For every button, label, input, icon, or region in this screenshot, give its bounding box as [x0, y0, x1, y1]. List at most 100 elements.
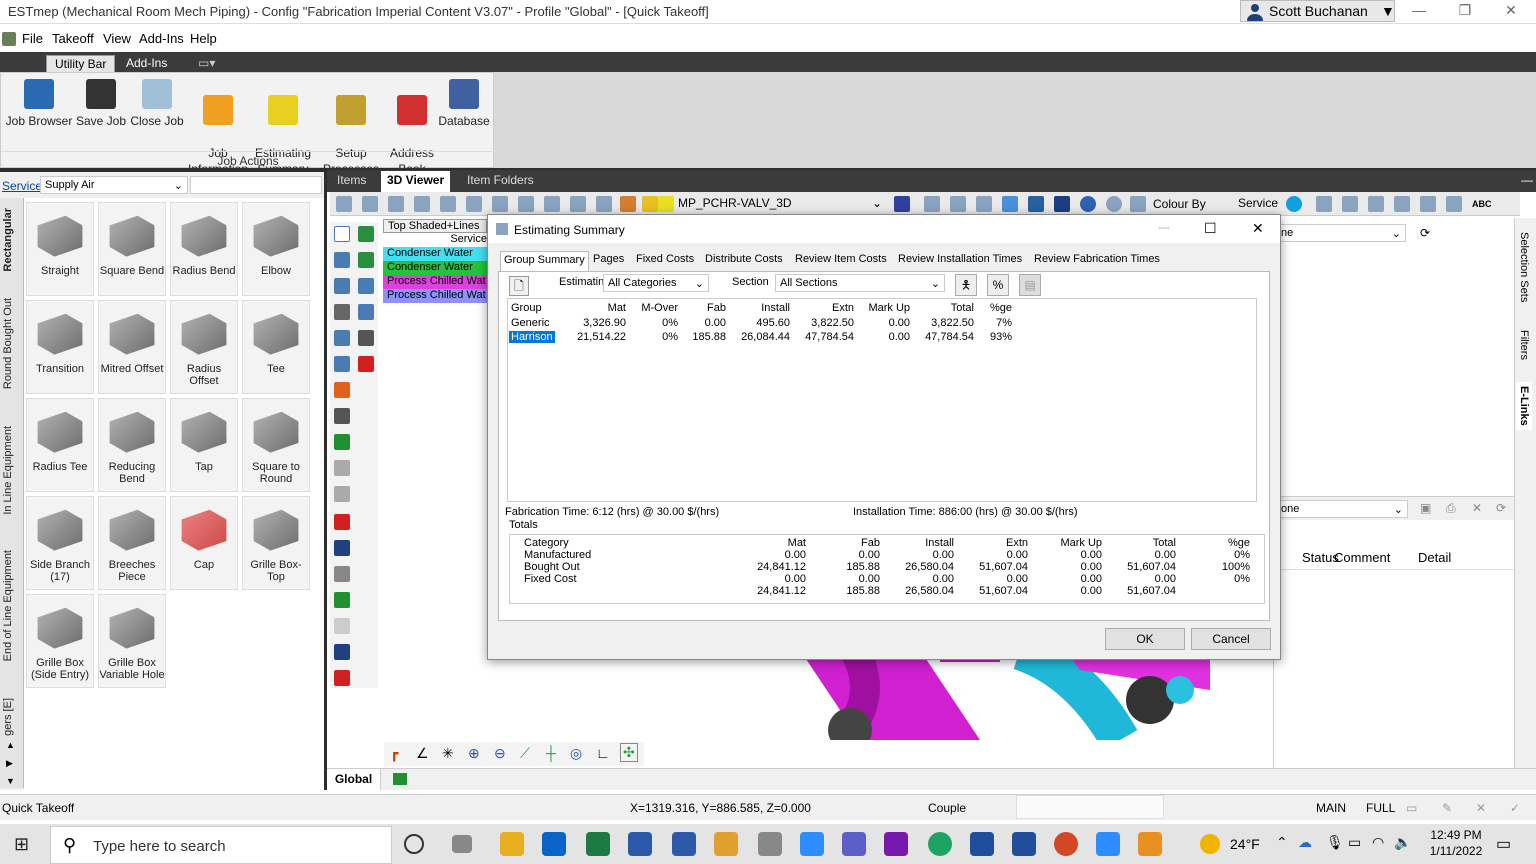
snap-line-icon[interactable]: ∠	[416, 745, 429, 762]
teams-icon[interactable]	[842, 832, 866, 856]
onedrive-icon[interactable]: ☁	[1298, 834, 1312, 851]
snap-center-icon[interactable]: ⊕	[468, 745, 480, 762]
snap-angle-icon[interactable]: ⟋	[520, 745, 530, 762]
revit-icon[interactable]	[628, 832, 652, 856]
ok-button[interactable]: OK	[1105, 628, 1185, 650]
pin-icon[interactable]	[1394, 196, 1410, 212]
slack-icon[interactable]	[714, 832, 738, 856]
restore-button[interactable]: ❐	[1450, 2, 1480, 19]
tab-group-summary[interactable]: Group Summary	[500, 251, 589, 273]
view-bottom-icon[interactable]	[466, 196, 482, 212]
cube-icon[interactable]	[894, 196, 910, 212]
dialog-maximize-button[interactable]: ☐	[1204, 220, 1217, 237]
dialog-minimize-button[interactable]: —	[1158, 220, 1170, 234]
rotate-icon[interactable]	[1342, 196, 1358, 212]
windows-start-icon[interactable]: ⊞	[14, 834, 29, 855]
job-browser-button[interactable]: Job Browser	[5, 77, 73, 129]
no-entry-icon[interactable]	[1106, 196, 1122, 212]
taskbar-search[interactable]: ⚲ Type here to search	[50, 826, 392, 864]
stop-icon[interactable]	[334, 670, 350, 686]
item-mitred-offset[interactable]: Mitred Offset	[98, 300, 166, 394]
tab-distribute-costs[interactable]: Distribute Costs	[702, 251, 786, 267]
colour-by-select[interactable]: Service	[1234, 194, 1292, 212]
settings-icon[interactable]	[570, 196, 586, 212]
layout-add-icon[interactable]	[393, 773, 407, 785]
color-circle-icon[interactable]	[1286, 196, 1302, 212]
zoom-icon[interactable]	[334, 252, 350, 268]
clock-icon[interactable]	[1368, 196, 1384, 212]
scroll-down-icon[interactable]: ▼	[6, 776, 15, 786]
snap-mid-icon[interactable]: ⊖	[494, 745, 506, 762]
capture-icon[interactable]	[334, 408, 350, 424]
status-pencil-icon[interactable]: ✎	[1442, 801, 1452, 815]
minimize-button[interactable]: —	[1404, 2, 1434, 18]
move-icon[interactable]	[358, 226, 374, 242]
menu-add-ins[interactable]: Add-Ins	[139, 31, 184, 46]
weather-sun-icon[interactable]	[1200, 834, 1220, 854]
camduct-icon[interactable]	[1012, 832, 1036, 856]
clock-date[interactable]: 1/11/2022	[1420, 844, 1492, 858]
cancel-button[interactable]: Cancel	[1191, 628, 1271, 650]
camera-icon[interactable]	[334, 382, 350, 398]
shaded-icon[interactable]	[1002, 196, 1018, 212]
hand-icon[interactable]	[334, 486, 350, 502]
status-check-icon[interactable]: ✓	[1510, 801, 1520, 815]
rotate-tool-icon[interactable]	[358, 252, 374, 268]
tab-filters[interactable]: Filters	[1518, 330, 1530, 360]
item-radius-bend[interactable]: Radius Bend	[170, 202, 238, 296]
tab-in-line-equipment[interactable]: In Line Equipment	[2, 426, 14, 515]
tab-e-links[interactable]: E-Links	[1516, 382, 1532, 430]
dimension-icon[interactable]	[1446, 196, 1462, 212]
tab-review-fabrication-times[interactable]: Review Fabrication Times	[1031, 251, 1163, 267]
display-icon[interactable]	[544, 196, 560, 212]
status-window-icon[interactable]: ▭	[1406, 801, 1417, 815]
lightbulb-icon[interactable]	[658, 196, 674, 212]
group-name-selected[interactable]: Harrison	[509, 331, 555, 343]
snap-star-icon[interactable]: ✳	[442, 745, 454, 762]
tab-add-ins[interactable]: Add-Ins	[118, 55, 175, 72]
hanger-icon[interactable]	[334, 618, 350, 634]
user-menu[interactable]: Scott Buchanan ▼	[1240, 0, 1395, 22]
add-link-icon[interactable]: ▣	[1420, 501, 1431, 515]
snap-node-icon[interactable]: ◎	[570, 745, 582, 762]
refresh-icon[interactable]: ⟳	[1420, 226, 1430, 240]
item-cap[interactable]: Cap	[170, 496, 238, 590]
status-cancel-icon[interactable]: ✕	[1476, 801, 1486, 815]
tab-rectangular[interactable]: Rectangular	[2, 208, 14, 272]
arrow-right-icon[interactable]	[334, 514, 350, 530]
refresh-link-icon[interactable]: ⟳	[1496, 501, 1506, 515]
estmep-icon[interactable]	[970, 832, 994, 856]
close-job-button[interactable]: Close Job	[129, 77, 185, 129]
task-view-icon[interactable]	[452, 835, 472, 853]
zoom-app-icon[interactable]	[800, 832, 824, 856]
notification-icon[interactable]: ▭	[1496, 834, 1511, 854]
service-filter-input[interactable]	[190, 176, 322, 194]
person-icon[interactable]: 🯅	[955, 274, 977, 296]
render-icon[interactable]	[1080, 196, 1096, 212]
panel-collapse-icon[interactable]: —	[1515, 173, 1536, 187]
tab-3d-viewer[interactable]: 3D Viewer	[381, 171, 451, 192]
elinks-select[interactable]: one ⌄	[1276, 500, 1408, 518]
delete-icon[interactable]	[358, 356, 374, 372]
snap-grid-icon[interactable]: ✣	[620, 743, 638, 762]
service-select[interactable]: Supply Air ⌄	[40, 176, 188, 194]
menu-takeoff[interactable]: Takeoff	[52, 31, 94, 46]
item-breeches-piece[interactable]: Breeches Piece	[98, 496, 166, 590]
battery-icon[interactable]: ▭	[1348, 834, 1361, 851]
item-reducing-bend[interactable]: Reducing Bend	[98, 398, 166, 492]
dialog-close-button[interactable]: ✕	[1252, 220, 1264, 237]
app-icon-misc[interactable]	[758, 832, 782, 856]
solid-icon[interactable]	[1054, 196, 1070, 212]
chart-icon[interactable]	[334, 592, 350, 608]
link-icon[interactable]	[334, 434, 350, 450]
wireframe-icon[interactable]	[924, 196, 940, 212]
item-elbow[interactable]: Elbow	[242, 202, 310, 296]
snap-perp-icon[interactable]: ┼	[546, 745, 556, 761]
status-main[interactable]: MAIN	[1316, 801, 1346, 815]
zoom-window-icon[interactable]	[334, 356, 350, 372]
item-square-to-round[interactable]: Square to Round	[242, 398, 310, 492]
tab-utility-bar[interactable]: Utility Bar	[46, 55, 116, 72]
print-icon[interactable]: ⎙	[1446, 501, 1456, 516]
crosshair-icon[interactable]	[334, 278, 350, 294]
scroll-up-icon[interactable]: ▲	[6, 740, 15, 750]
